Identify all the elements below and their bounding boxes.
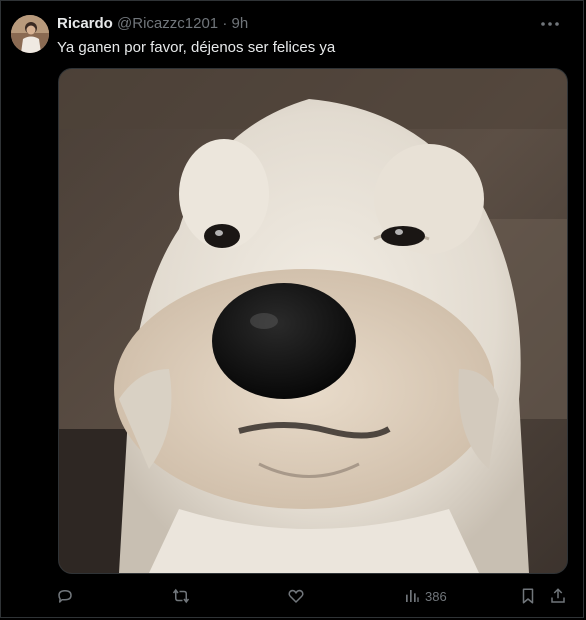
share-button[interactable] [549, 585, 567, 607]
tweet-text: Ya ganen por favor, déjenos ser felices … [57, 39, 336, 56]
like-button[interactable] [287, 585, 305, 607]
author-handle[interactable]: @Ricazzc1201 [117, 15, 218, 32]
tweet-timestamp[interactable]: 9h [231, 15, 248, 32]
views-count: 386 [425, 588, 447, 604]
tweet-header: Ricardo @Ricazzc1201 · 9h [57, 15, 248, 33]
tweet-media-image[interactable] [58, 68, 568, 574]
more-options-icon[interactable] [539, 15, 561, 33]
avatar-image [11, 15, 49, 53]
bookmark-button[interactable] [520, 585, 536, 607]
share-upload-icon [551, 588, 565, 603]
reply-button[interactable] [56, 585, 74, 607]
views-button[interactable]: 386 [404, 585, 447, 607]
heart-icon [288, 589, 304, 603]
tweet-card[interactable]: Ricardo @Ricazzc1201 · 9h Ya ganen por f… [0, 0, 584, 618]
retweet-icon [172, 588, 190, 604]
reply-bubble-icon [58, 590, 72, 603]
retweet-button[interactable] [171, 585, 191, 607]
avatar[interactable] [11, 15, 49, 53]
author-name[interactable]: Ricardo [57, 15, 113, 32]
tweet-actions: 386 [1, 585, 585, 607]
bookmark-icon [522, 588, 534, 604]
dog-photo [59, 69, 567, 573]
views-bar-chart-icon [406, 590, 419, 602]
separator-dot: · [222, 15, 228, 32]
